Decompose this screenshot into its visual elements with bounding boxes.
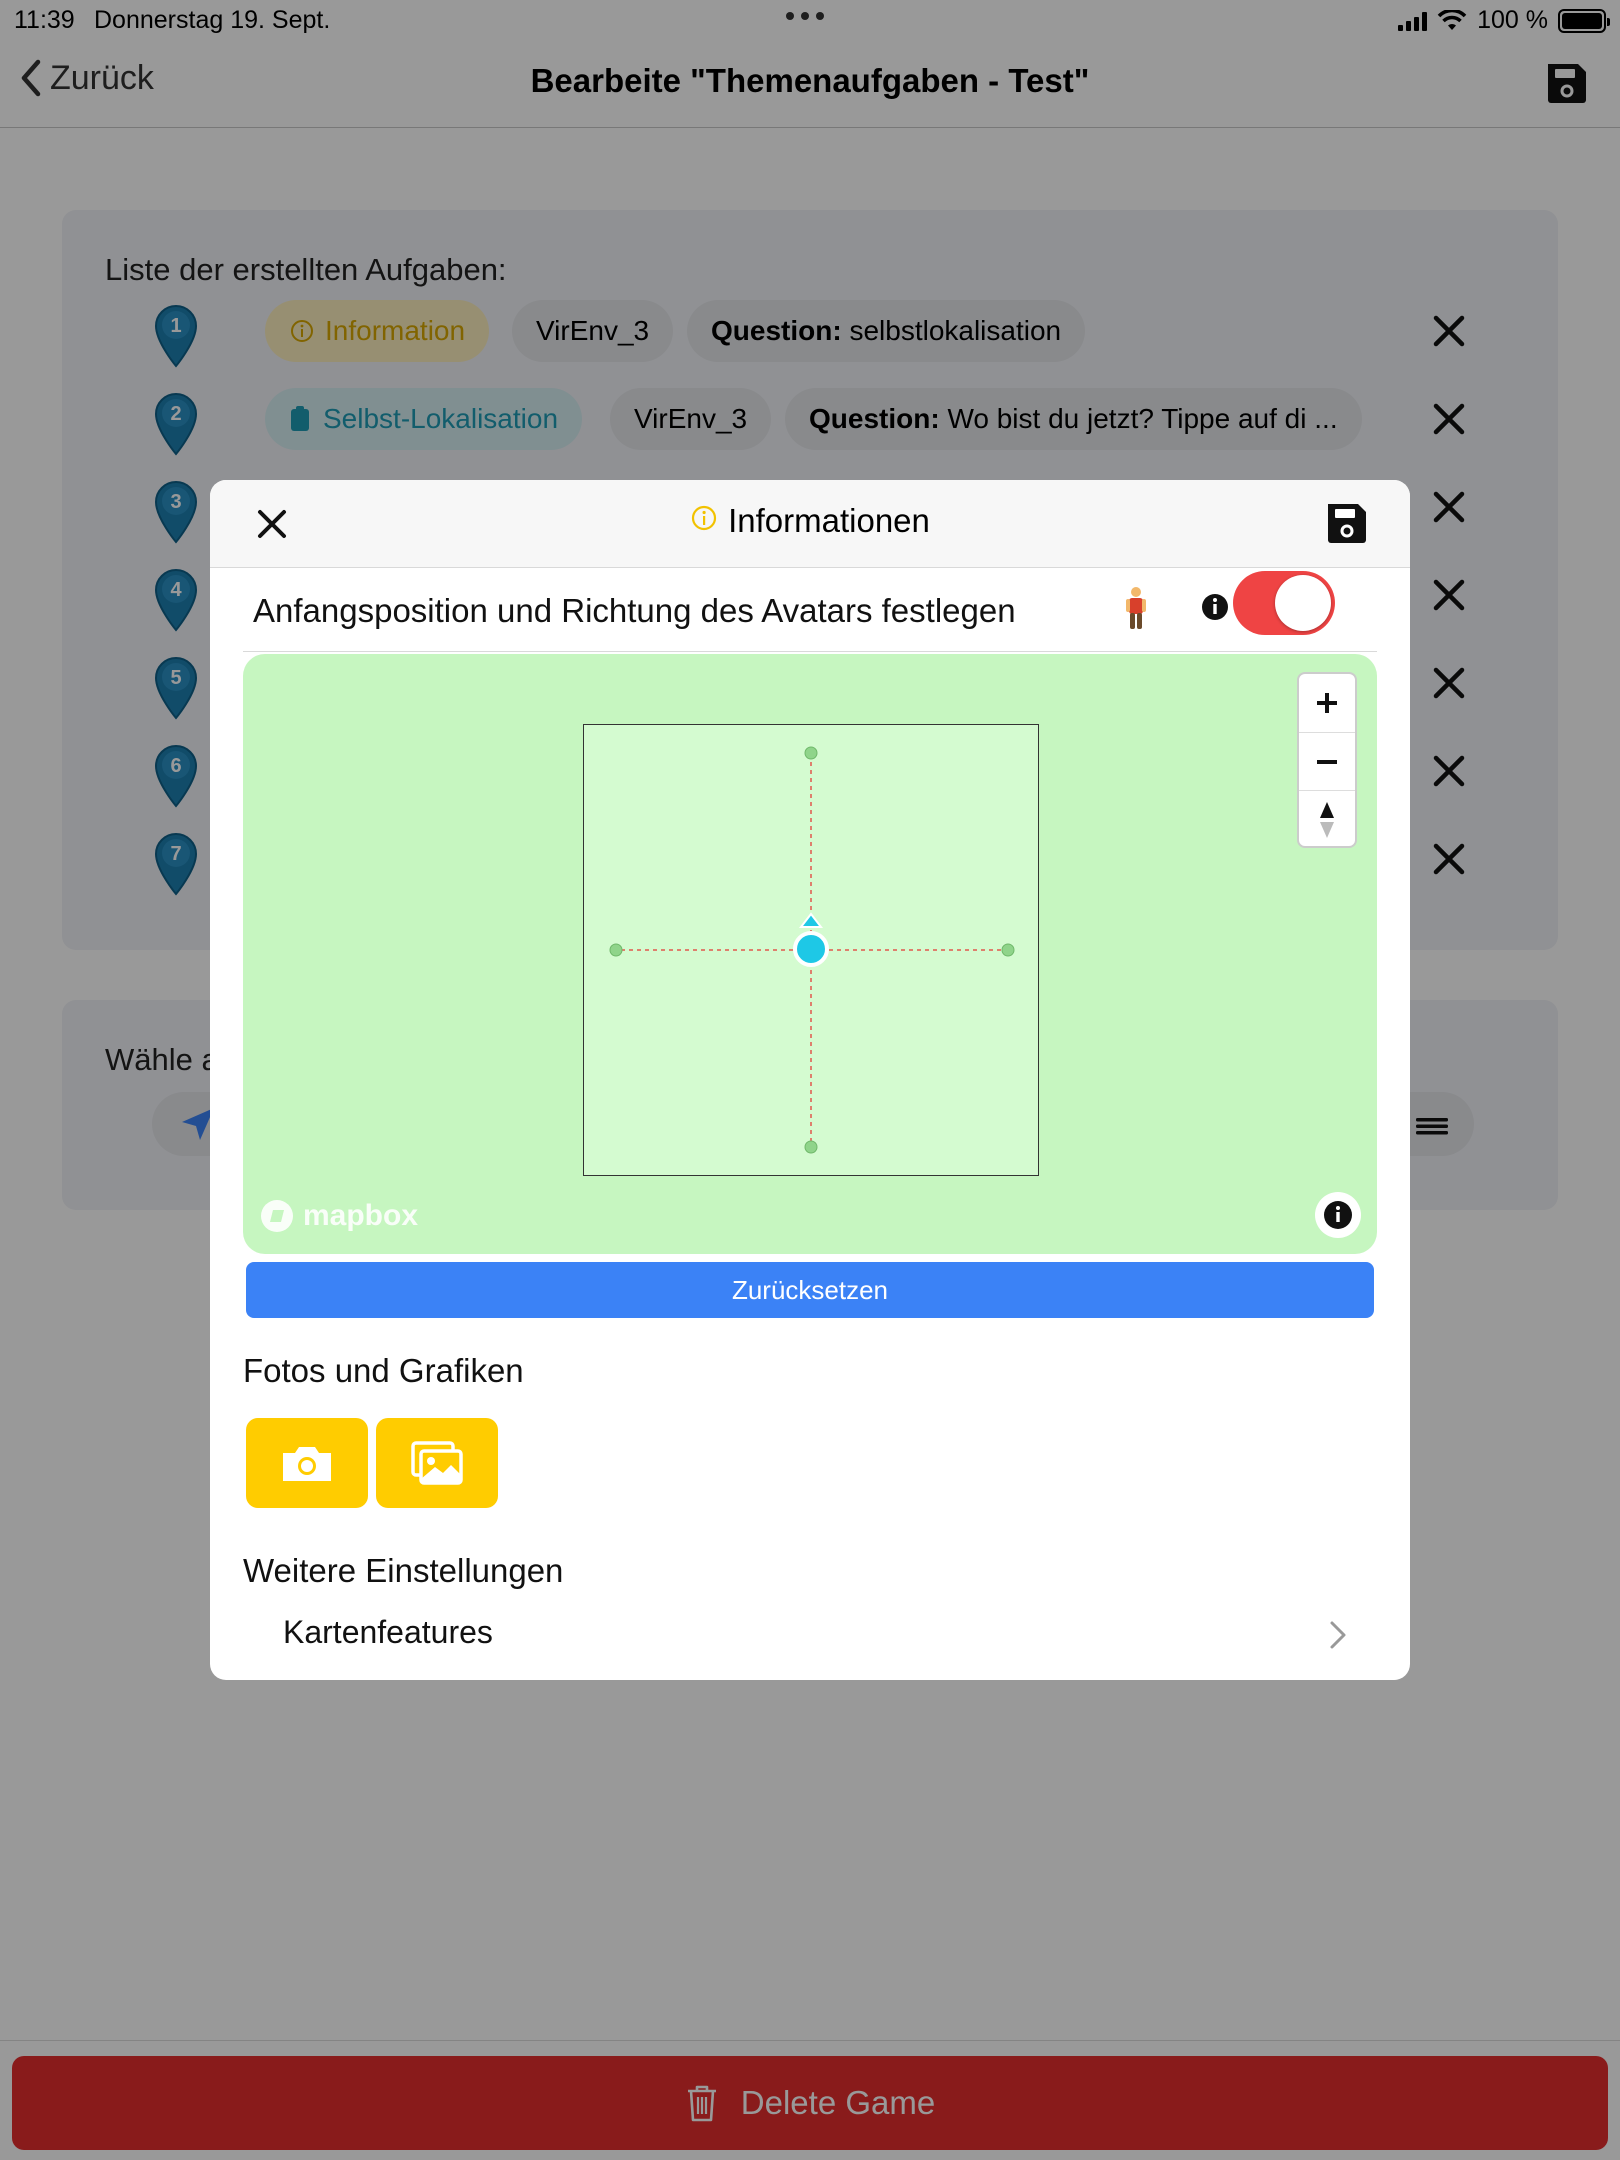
zoom-control	[1297, 672, 1357, 848]
modal-header: Informationen	[210, 480, 1410, 568]
images-icon	[411, 1441, 463, 1485]
plus-icon	[1317, 693, 1337, 713]
mapbox-logo-icon	[261, 1200, 293, 1232]
compass-button[interactable]	[1299, 790, 1355, 848]
zoom-out-button[interactable]	[1299, 732, 1355, 790]
chevron-right-icon	[1330, 1621, 1346, 1649]
compass-icon	[1320, 801, 1334, 838]
save-icon[interactable]	[1324, 500, 1370, 546]
info-circle-icon	[691, 505, 717, 531]
camera-button[interactable]	[246, 1418, 368, 1508]
info-icon[interactable]	[1200, 592, 1230, 622]
more-settings-title: Weitere Einstellungen	[243, 1552, 564, 1589]
avatar-setting-row: Anfangsposition und Richtung des Avatars…	[243, 568, 1377, 652]
modal-title: Informationen	[728, 502, 930, 539]
map-features-row[interactable]: Kartenfeatures	[243, 1590, 1377, 1680]
mapbox-logo: mapbox	[259, 1198, 418, 1234]
map-overlay	[609, 746, 1015, 1154]
minus-icon	[1317, 759, 1337, 764]
information-modal: Informationen Anfangsposition und Richtu…	[210, 480, 1410, 1680]
avatar-setting-label: Anfangsposition und Richtung des Avatars…	[253, 592, 1016, 629]
camera-icon	[283, 1447, 331, 1481]
avatar-marker-icon	[793, 912, 829, 967]
zoom-in-button[interactable]	[1299, 674, 1355, 732]
map-features-label: Kartenfeatures	[283, 1614, 493, 1650]
attribution-info-icon[interactable]	[1315, 1192, 1361, 1238]
person-standing-icon	[1126, 587, 1146, 629]
gallery-button[interactable]	[376, 1418, 498, 1508]
reset-button[interactable]: Zurücksetzen	[246, 1262, 1374, 1318]
avatar-position-toggle[interactable]	[1233, 571, 1335, 635]
map-view[interactable]: mapbox	[243, 654, 1377, 1254]
photos-section-title: Fotos und Grafiken	[243, 1352, 524, 1389]
